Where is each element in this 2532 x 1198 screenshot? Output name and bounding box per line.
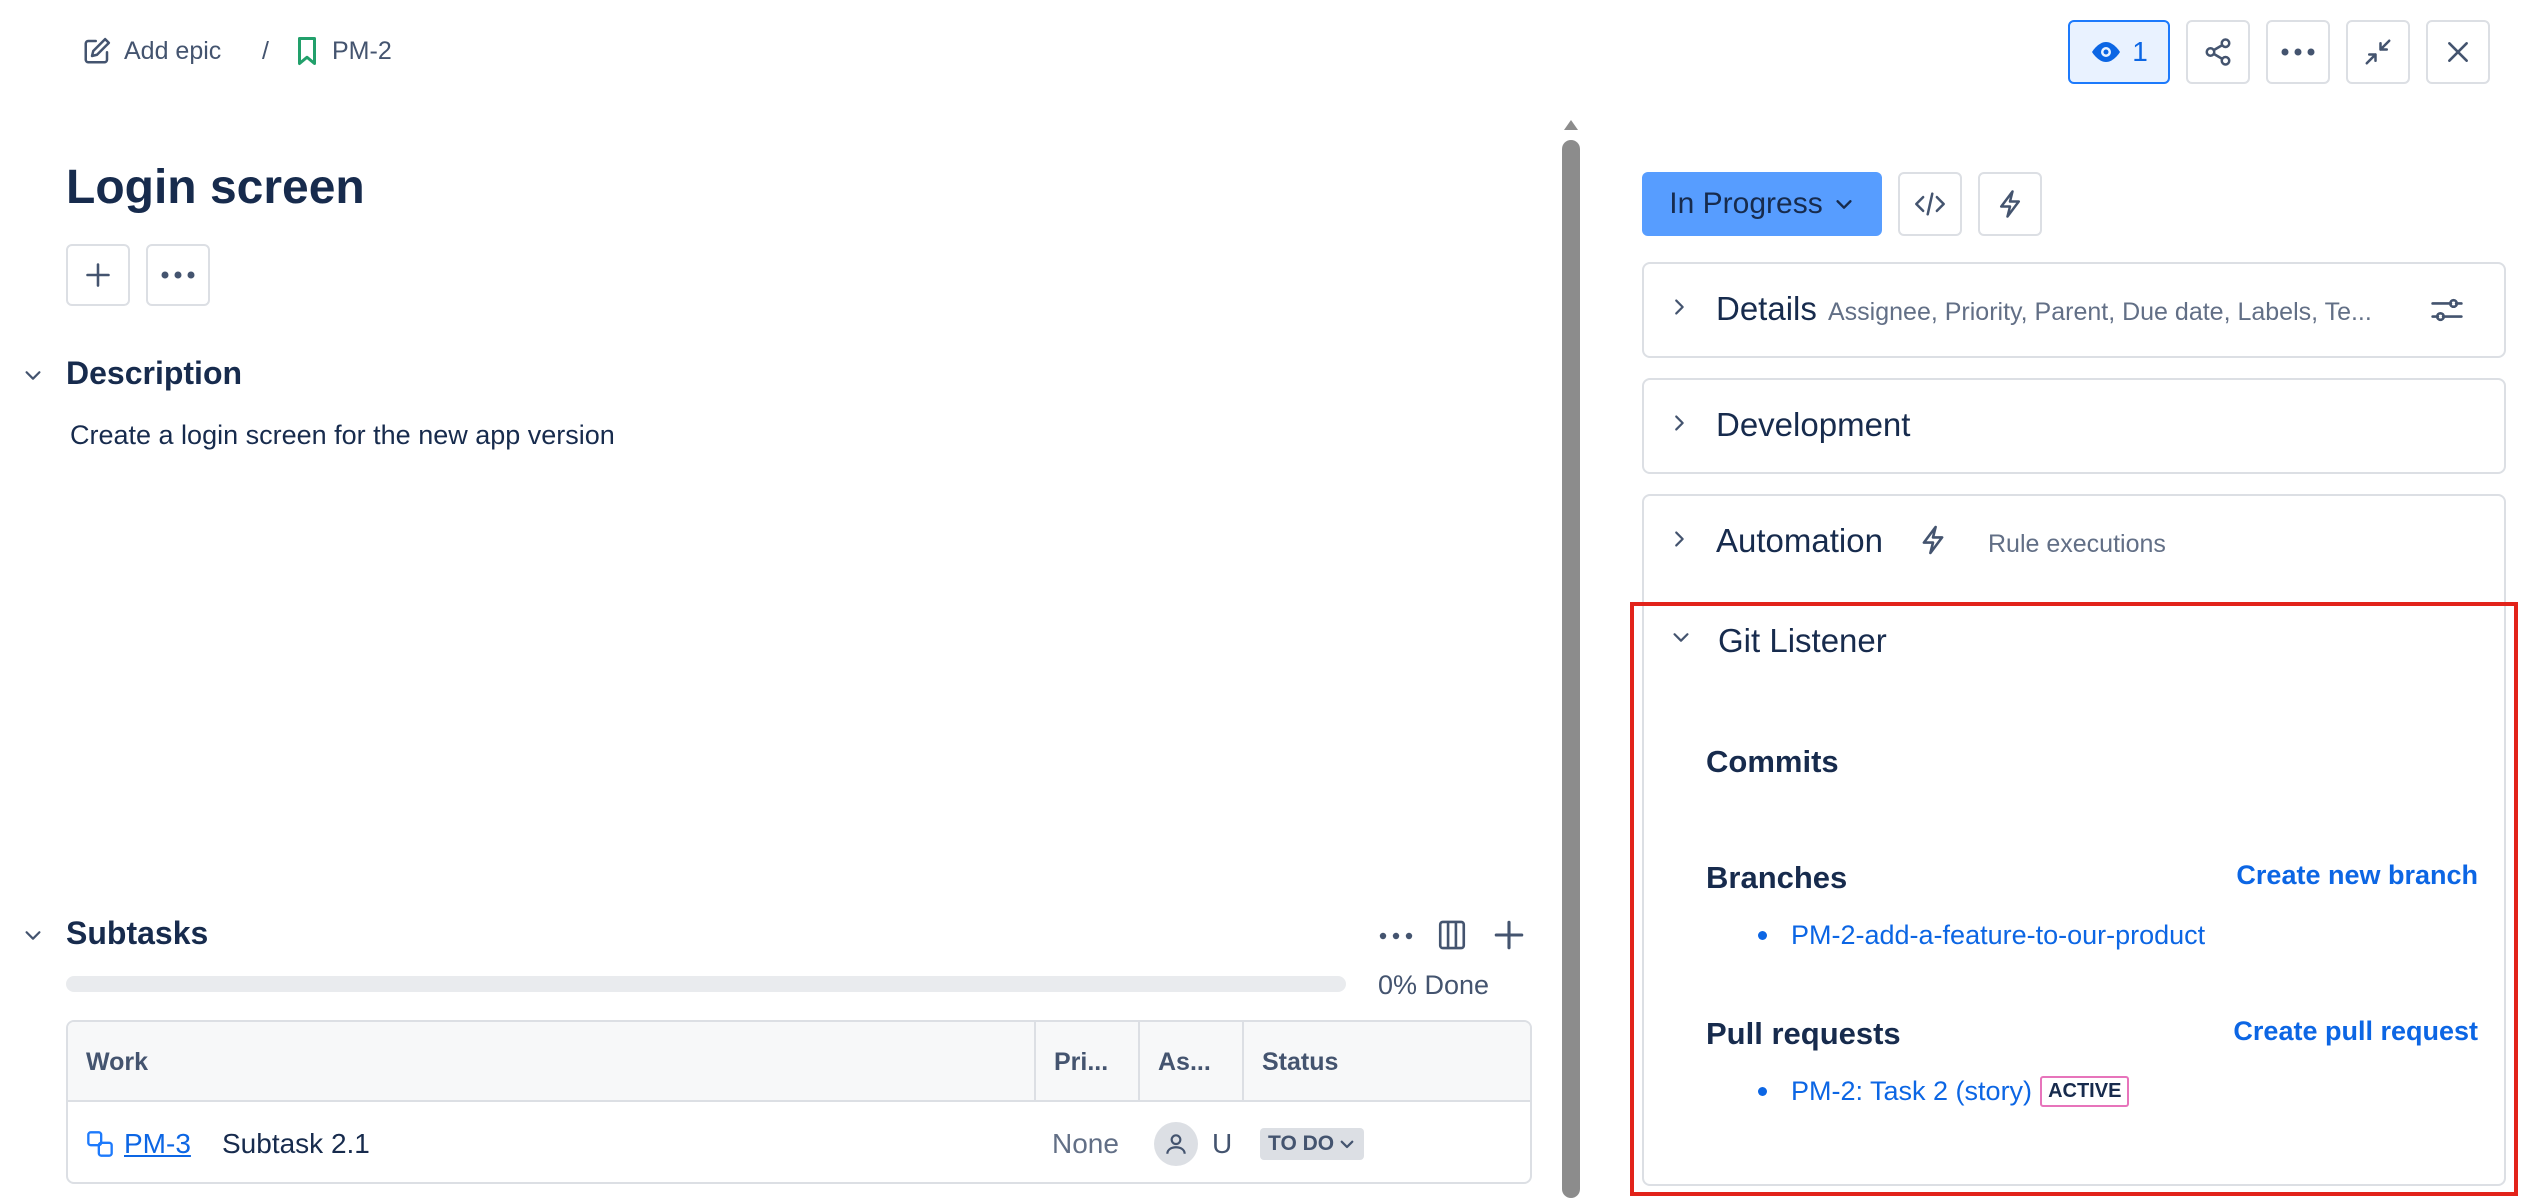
details-card[interactable]: Details Assignee, Priority, Parent, Due … — [1642, 262, 2506, 358]
pull-request-link[interactable]: PM-2: Task 2 (story) — [1791, 1076, 2032, 1107]
list-item[interactable]: PM-2-add-a-feature-to-our-product — [1758, 920, 2205, 951]
subtasks-more-button[interactable] — [1378, 918, 1414, 954]
chevron-down-icon — [22, 924, 44, 946]
subtasks-columns-button[interactable] — [1436, 918, 1468, 952]
subtask-key-link[interactable]: PM-3 — [124, 1104, 191, 1182]
column-header-work[interactable]: Work — [68, 1022, 1036, 1102]
add-child-button[interactable] — [66, 244, 130, 306]
bullet — [1758, 931, 1767, 940]
commits-heading: Commits — [1706, 744, 1839, 779]
bookmark-icon — [294, 36, 320, 66]
status-dropdown-button[interactable]: In Progress — [1642, 172, 1882, 236]
create-branch-link[interactable]: Create new branch — [2236, 860, 2478, 891]
automation-expand-toggle[interactable] — [1668, 528, 1690, 550]
configure-fields-button[interactable] — [2430, 294, 2464, 326]
subtasks-heading: Subtasks — [66, 915, 209, 951]
rule-executions-link[interactable]: Rule executions — [1988, 530, 2166, 559]
automation-button[interactable] — [1978, 172, 2042, 236]
watch-button[interactable]: 1 — [2068, 20, 2170, 84]
share-icon — [2203, 37, 2233, 67]
column-header-assignee[interactable]: As... — [1140, 1022, 1244, 1102]
subtask-status-dropdown[interactable]: TO DO — [1260, 1104, 1365, 1182]
watchers-count: 1 — [2132, 36, 2148, 67]
code-icon — [1914, 190, 1946, 218]
chevron-right-icon — [1668, 412, 1690, 434]
add-epic-label: Add epic — [124, 36, 222, 65]
description-heading: Description — [66, 355, 243, 391]
issue-more-button[interactable] — [146, 244, 210, 306]
table-row[interactable]: PM-3 Subtask 2.1 None U TO DO — [68, 1104, 1530, 1182]
subtask-type-icon-cell — [86, 1104, 114, 1182]
git-listener-panel: Git Listener Commits Branches Create new… — [1630, 602, 2518, 1196]
issue-title[interactable]: Login screen — [66, 160, 365, 215]
minimize-icon — [2363, 37, 2393, 67]
chevron-down-icon — [22, 364, 44, 386]
git-listener-title: Git Listener — [1718, 622, 1887, 659]
details-title: Details — [1716, 290, 1817, 327]
scroll-up-arrow[interactable] — [1562, 118, 1580, 132]
chevron-down-icon — [1833, 193, 1855, 215]
share-button[interactable] — [2186, 20, 2250, 84]
edit-icon — [82, 36, 112, 66]
subtask-summary[interactable]: Subtask 2.1 — [222, 1104, 370, 1182]
development-expand-toggle[interactable] — [1668, 412, 1690, 434]
column-header-priority[interactable]: Pri... — [1036, 1022, 1140, 1102]
status-label: TO DO — [1268, 1132, 1335, 1155]
minimize-button[interactable] — [2346, 20, 2410, 84]
table-header: Work Pri... As... Status — [68, 1022, 1530, 1102]
more-icon — [161, 271, 195, 279]
add-epic-link[interactable]: Add epic — [82, 30, 221, 72]
subtasks-progress-label: 0% Done — [1378, 970, 1490, 1000]
pull-requests-heading: Pull requests — [1706, 1016, 1901, 1051]
status-badge[interactable]: TO DO — [1260, 1128, 1365, 1160]
breadcrumb-issue-key[interactable]: PM-2 — [294, 30, 392, 72]
more-actions-button[interactable] — [2266, 20, 2330, 84]
details-subtitle: Assignee, Priority, Parent, Due date, La… — [1828, 298, 2372, 326]
lightning-icon — [1920, 524, 1946, 556]
subtasks-progress-bar — [66, 976, 1346, 992]
plus-icon — [84, 261, 112, 289]
close-button[interactable] — [2426, 20, 2490, 84]
avatar — [1154, 1122, 1198, 1166]
assignee-initial: U — [1212, 1128, 1233, 1159]
status-button-label: In Progress — [1669, 187, 1823, 220]
subtask-priority: None — [1052, 1128, 1119, 1159]
details-expand-toggle[interactable] — [1668, 296, 1690, 318]
list-item[interactable]: PM-2: Task 2 (story) ACTIVE — [1758, 1076, 2130, 1107]
development-card[interactable]: Development — [1642, 378, 2506, 474]
subtask-assignee[interactable]: U — [1154, 1104, 1233, 1182]
code-button[interactable] — [1898, 172, 1962, 236]
column-header-status[interactable]: Status — [1244, 1022, 1530, 1102]
description-text[interactable]: Create a login screen for the new app ve… — [70, 420, 615, 451]
plus-icon — [1492, 918, 1526, 952]
status-badge: ACTIVE — [2040, 1076, 2130, 1107]
more-icon — [1378, 918, 1414, 954]
bullet — [1758, 1087, 1767, 1096]
create-pull-request-link[interactable]: Create pull request — [2233, 1016, 2478, 1047]
close-icon — [2445, 39, 2471, 65]
development-title: Development — [1716, 406, 1911, 443]
more-icon — [2281, 48, 2315, 56]
vertical-scrollbar[interactable] — [1562, 140, 1580, 1198]
columns-icon — [1436, 918, 1468, 952]
settings-sliders-icon — [2430, 294, 2464, 326]
eye-icon — [2090, 41, 2122, 63]
subtasks-collapse-toggle[interactable] — [22, 924, 44, 946]
chevron-right-icon — [1668, 296, 1690, 318]
chevron-down-icon — [1670, 626, 1692, 648]
description-collapse-toggle[interactable] — [22, 364, 44, 386]
branches-heading: Branches — [1706, 860, 1848, 895]
breadcrumb-separator: / — [262, 36, 269, 65]
git-listener-collapse-toggle[interactable] — [1670, 626, 1692, 648]
automation-title: Automation — [1716, 522, 1883, 559]
add-subtask-button[interactable] — [1492, 918, 1526, 952]
subtask-key[interactable]: PM-3 — [124, 1128, 191, 1160]
subtasks-table: Work Pri... As... Status PM-3 Subtask 2.… — [66, 1020, 1532, 1184]
issue-key-label: PM-2 — [332, 36, 392, 65]
chevron-down-icon — [1338, 1135, 1356, 1153]
chevron-right-icon — [1668, 528, 1690, 550]
lightning-icon — [1997, 189, 2023, 219]
subtask-icon — [86, 1130, 114, 1158]
branch-link[interactable]: PM-2-add-a-feature-to-our-product — [1791, 920, 2205, 951]
